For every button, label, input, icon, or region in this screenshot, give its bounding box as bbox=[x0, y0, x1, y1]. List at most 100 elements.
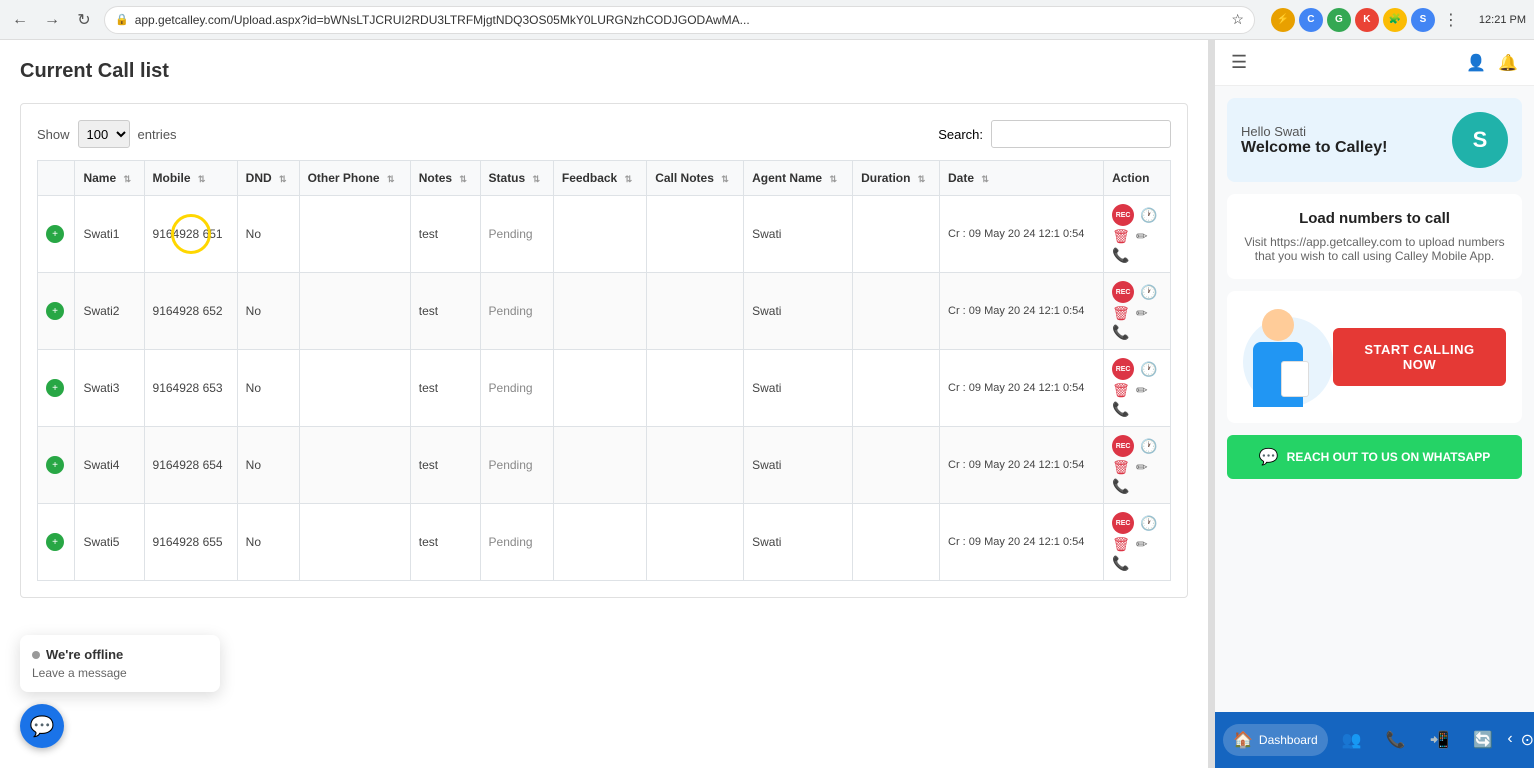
action-row-2: 🗑 ✏ bbox=[1112, 382, 1148, 399]
delete-icon[interactable]: 🗑 bbox=[1112, 459, 1130, 476]
rec-button[interactable]: REC bbox=[1112, 281, 1134, 303]
load-numbers-desc: Visit https://app.getcalley.com to uploa… bbox=[1243, 235, 1506, 263]
rec-button[interactable]: REC bbox=[1112, 358, 1134, 380]
history-icon[interactable]: 🕐 bbox=[1140, 284, 1157, 301]
menu-button[interactable]: ⋮ bbox=[1439, 8, 1463, 32]
delete-icon[interactable]: 🗑 bbox=[1112, 228, 1130, 245]
phone-call-icon[interactable]: 📞 bbox=[1112, 401, 1129, 418]
phone-call-icon[interactable]: 📞 bbox=[1112, 247, 1129, 264]
cell-notes: test bbox=[410, 427, 480, 504]
col-duration[interactable]: Duration ⇅ bbox=[853, 161, 940, 196]
bell-icon[interactable]: 🔔 bbox=[1498, 53, 1518, 73]
extension-icon-4: K bbox=[1355, 8, 1379, 32]
cell-status: Pending bbox=[480, 350, 553, 427]
cell-date: Cr : 09 May 20 24 12:1 0:54 bbox=[940, 427, 1104, 504]
col-other-phone[interactable]: Other Phone ⇅ bbox=[299, 161, 410, 196]
edit-icon[interactable]: ✏ bbox=[1136, 536, 1148, 553]
table-row: + Swati1 9164928 651 No test Pending Swa… bbox=[38, 196, 1171, 273]
forward-button[interactable]: → bbox=[40, 8, 64, 32]
start-calling-button[interactable]: START CALLING NOW bbox=[1333, 328, 1506, 386]
cell-duration bbox=[853, 273, 940, 350]
phone-call-icon[interactable]: 📞 bbox=[1112, 324, 1129, 341]
offline-dot bbox=[32, 651, 40, 659]
refresh-button[interactable]: ↻ bbox=[72, 8, 96, 32]
cursor-highlight-circle bbox=[171, 214, 211, 254]
col-dnd[interactable]: DND ⇅ bbox=[237, 161, 299, 196]
delete-icon[interactable]: 🗑 bbox=[1112, 305, 1130, 322]
nav-home-circle-icon[interactable]: ⊙ bbox=[1521, 730, 1534, 750]
col-status[interactable]: Status ⇅ bbox=[480, 161, 553, 196]
profile-icon[interactable]: S bbox=[1411, 8, 1435, 32]
address-bar: 🔒 app.getcalley.com/Upload.aspx?id=bWNsL… bbox=[104, 6, 1255, 34]
cell-name: Swati1 bbox=[75, 196, 144, 273]
nav-item-incoming[interactable]: 📲 bbox=[1419, 724, 1459, 756]
col-feedback[interactable]: Feedback ⇅ bbox=[553, 161, 646, 196]
chat-bubble-button[interactable]: 💬 bbox=[20, 704, 64, 748]
rec-button[interactable]: REC bbox=[1112, 512, 1134, 534]
phone-call-icon[interactable]: 📞 bbox=[1112, 478, 1129, 495]
search-input[interactable] bbox=[991, 120, 1171, 148]
bookmark-icon[interactable]: ☆ bbox=[1231, 11, 1244, 28]
edit-icon[interactable]: ✏ bbox=[1136, 459, 1148, 476]
col-agent-name[interactable]: Agent Name ⇅ bbox=[744, 161, 853, 196]
rec-button[interactable]: REC bbox=[1112, 204, 1134, 226]
cell-status: Pending bbox=[480, 504, 553, 581]
user-icon[interactable]: 👤 bbox=[1466, 53, 1486, 73]
welcome-section: Hello Swati Welcome to Calley! S bbox=[1227, 98, 1522, 182]
nav-back-icon[interactable]: ‹ bbox=[1507, 730, 1512, 750]
cell-agent-name: Swati bbox=[744, 427, 853, 504]
nav-label-dashboard: Dashboard bbox=[1259, 733, 1318, 747]
col-notes[interactable]: Notes ⇅ bbox=[410, 161, 480, 196]
sort-agent-icon: ⇅ bbox=[829, 174, 837, 185]
sort-notes-icon: ⇅ bbox=[459, 174, 467, 185]
cell-other-phone bbox=[299, 273, 410, 350]
nav-item-call[interactable]: 📞 bbox=[1376, 724, 1416, 756]
cell-date: Cr : 09 May 20 24 12:1 0:54 bbox=[940, 350, 1104, 427]
phone-call-icon[interactable]: 📞 bbox=[1112, 555, 1129, 572]
refresh-nav-icon: 🔄 bbox=[1473, 730, 1493, 750]
cell-duration bbox=[853, 427, 940, 504]
hello-text: Hello Swati bbox=[1241, 124, 1387, 139]
edit-icon[interactable]: ✏ bbox=[1136, 305, 1148, 322]
edit-icon[interactable]: ✏ bbox=[1136, 228, 1148, 245]
show-label: Show bbox=[37, 127, 70, 142]
nav-item-refresh[interactable]: 🔄 bbox=[1463, 724, 1503, 756]
cell-action: REC 🕐 🗑 ✏ 📞 bbox=[1104, 350, 1171, 427]
history-icon[interactable]: 🕐 bbox=[1140, 438, 1157, 455]
history-icon[interactable]: 🕐 bbox=[1140, 207, 1157, 224]
cell-call-notes bbox=[647, 273, 744, 350]
sort-date-icon: ⇅ bbox=[981, 174, 989, 185]
table-container: Show 100 10 25 50 entries Search: bbox=[20, 103, 1188, 598]
cell-dnd: No bbox=[237, 196, 299, 273]
cell-duration bbox=[853, 504, 940, 581]
rec-button[interactable]: REC bbox=[1112, 435, 1134, 457]
entries-select[interactable]: 100 10 25 50 bbox=[78, 120, 130, 148]
nav-item-contacts[interactable]: 👥 bbox=[1332, 724, 1372, 756]
whatsapp-section: 💬 REACH OUT TO US ON WHATSAPP bbox=[1215, 435, 1534, 503]
row-indicator-icon: + bbox=[46, 379, 64, 397]
cell-agent-name: Swati bbox=[744, 504, 853, 581]
col-date[interactable]: Date ⇅ bbox=[940, 161, 1104, 196]
history-icon[interactable]: 🕐 bbox=[1140, 515, 1157, 532]
cell-notes: test bbox=[410, 350, 480, 427]
sort-feedback-icon: ⇅ bbox=[625, 174, 633, 185]
col-mobile[interactable]: Mobile ⇅ bbox=[144, 161, 237, 196]
main-wrapper: Current Call list Show 100 10 25 50 entr… bbox=[0, 0, 1534, 768]
col-name[interactable]: Name ⇅ bbox=[75, 161, 144, 196]
row-indicator-icon: + bbox=[46, 302, 64, 320]
right-panel: ☰ 👤 🔔 Hello Swati Welcome to Calley! S L… bbox=[1214, 40, 1534, 768]
whatsapp-button[interactable]: 💬 REACH OUT TO US ON WHATSAPP bbox=[1227, 435, 1522, 479]
nav-item-dashboard[interactable]: 🏠 Dashboard bbox=[1223, 724, 1328, 756]
nav-arrows: ‹ ⊙ ☰ bbox=[1507, 730, 1534, 750]
cell-name: Swati2 bbox=[75, 273, 144, 350]
delete-icon[interactable]: 🗑 bbox=[1112, 536, 1130, 553]
history-icon[interactable]: 🕐 bbox=[1140, 361, 1157, 378]
col-call-notes[interactable]: Call Notes ⇅ bbox=[647, 161, 744, 196]
cell-checkbox: + bbox=[38, 350, 75, 427]
back-button[interactable]: ← bbox=[8, 8, 32, 32]
sort-mobile-icon: ⇅ bbox=[198, 174, 206, 185]
edit-icon[interactable]: ✏ bbox=[1136, 382, 1148, 399]
table-row: + Swati2 9164928 652 No test Pending Swa… bbox=[38, 273, 1171, 350]
delete-icon[interactable]: 🗑 bbox=[1112, 382, 1130, 399]
hamburger-icon[interactable]: ☰ bbox=[1231, 52, 1247, 73]
